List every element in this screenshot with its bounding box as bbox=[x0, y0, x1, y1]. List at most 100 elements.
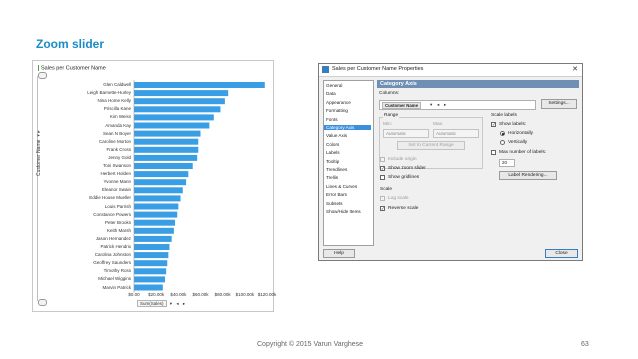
vertically-radio[interactable] bbox=[500, 140, 505, 145]
nav-item[interactable]: Category Axis bbox=[324, 125, 371, 130]
bar[interactable] bbox=[134, 252, 169, 259]
label-rendering-button[interactable]: Label Rendering... bbox=[499, 171, 557, 180]
category-label: Timothy Ross bbox=[103, 268, 131, 274]
nav-item[interactable]: Colors bbox=[326, 142, 339, 147]
slide-title: Zoom slider bbox=[36, 37, 105, 51]
set-to-current-range-button[interactable]: Set to Current Range bbox=[397, 141, 465, 150]
x-axis-dropdown-icon[interactable]: ▾ bbox=[170, 301, 172, 307]
reverse-scale-checkbox[interactable]: ✓ bbox=[380, 206, 385, 211]
nav-item[interactable]: Labels bbox=[326, 150, 340, 155]
nav-item[interactable]: Fonts bbox=[326, 117, 338, 122]
bar[interactable] bbox=[134, 90, 229, 97]
bar[interactable] bbox=[134, 203, 179, 210]
category-label: Caroline Morton bbox=[98, 138, 131, 144]
column-selector[interactable]: Customer Name ▾ ◂ ▸ bbox=[379, 100, 536, 110]
bar-chart-visualization: Sales per Customer Name Customer Name▾ ▸… bbox=[32, 60, 277, 312]
max-labels-stepper[interactable]: 20 bbox=[499, 159, 515, 167]
min-label: Min: bbox=[383, 122, 393, 127]
nav-item[interactable]: Trendlines bbox=[326, 167, 347, 172]
max-field[interactable]: Automatic bbox=[433, 129, 479, 138]
max-number-of-labels-checkbox[interactable] bbox=[491, 150, 496, 155]
show-labels-checkbox[interactable]: ✓ bbox=[491, 122, 496, 127]
horizontally-radio[interactable] bbox=[500, 131, 505, 136]
bar[interactable] bbox=[134, 138, 199, 145]
show-gridlines-checkbox[interactable] bbox=[380, 175, 385, 180]
bar[interactable] bbox=[134, 268, 167, 275]
bar[interactable] bbox=[134, 163, 193, 169]
bar[interactable] bbox=[134, 244, 170, 250]
bar[interactable] bbox=[134, 122, 210, 129]
column-token[interactable]: Customer Name bbox=[382, 102, 421, 109]
column-prev-icon[interactable]: ◂ bbox=[437, 102, 439, 108]
close-icon[interactable]: ✕ bbox=[572, 65, 578, 73]
bar[interactable] bbox=[134, 114, 214, 121]
category-label: Jenny Gold bbox=[108, 154, 131, 160]
bar[interactable] bbox=[134, 284, 163, 291]
nav-item[interactable]: Lines & Curves bbox=[326, 184, 357, 189]
bar[interactable] bbox=[134, 187, 183, 194]
category-label: Marvin Patrick bbox=[102, 284, 131, 290]
bar[interactable] bbox=[134, 235, 172, 242]
column-next-icon[interactable]: ▸ bbox=[444, 102, 446, 108]
bar[interactable] bbox=[134, 219, 176, 226]
nav-item[interactable]: General bbox=[326, 83, 342, 88]
nav-item[interactable]: Trellis bbox=[326, 175, 338, 180]
bar[interactable] bbox=[134, 276, 166, 283]
nav-item[interactable]: Error Bars bbox=[326, 192, 347, 197]
nav-item[interactable]: Appearance bbox=[326, 100, 351, 105]
bar[interactable] bbox=[134, 227, 174, 234]
range-label: Range bbox=[383, 113, 400, 118]
settings-button[interactable]: Settings... bbox=[541, 99, 577, 109]
bar[interactable] bbox=[134, 154, 198, 161]
columns-label: Columns: bbox=[379, 91, 400, 96]
category-label: Toni Swanson bbox=[102, 163, 131, 168]
nav-item[interactable]: Formatting bbox=[326, 108, 348, 113]
nav-item[interactable]: Value Axis bbox=[326, 133, 347, 138]
include-origin-label: Include origin bbox=[388, 157, 417, 162]
property-category-list[interactable]: General Data Appearance Formatting Fonts Cate… bbox=[323, 80, 374, 246]
x-tick-label: $20.00k bbox=[148, 292, 165, 297]
bar[interactable] bbox=[134, 211, 178, 218]
x-tick-label: $100.00k bbox=[235, 292, 255, 297]
show-zoom-slider-checkbox[interactable]: ✓ bbox=[380, 166, 385, 171]
panel-header: Category Axis bbox=[377, 80, 579, 88]
x-axis-next-icon[interactable]: ▸ bbox=[183, 301, 185, 307]
reverse-scale-label: Reverse scale bbox=[388, 206, 419, 211]
close-button[interactable]: Close bbox=[545, 249, 578, 258]
category-label: Geoffrey Saunders bbox=[93, 260, 131, 266]
log-scale-checkbox[interactable] bbox=[380, 196, 385, 201]
log-scale-label: Log scale bbox=[388, 196, 409, 201]
help-button[interactable]: Help bbox=[323, 249, 355, 258]
bar[interactable] bbox=[134, 171, 189, 178]
nav-item[interactable]: Show/Hide Items bbox=[326, 209, 361, 214]
bar[interactable] bbox=[134, 106, 221, 113]
min-field[interactable]: Automatic bbox=[383, 129, 429, 138]
bar[interactable] bbox=[134, 98, 225, 105]
x-tick-label: $80.00k bbox=[214, 292, 231, 297]
horizontally-label: Horizontally bbox=[508, 131, 534, 136]
nav-item[interactable]: Data bbox=[326, 91, 336, 96]
x-axis-column-pill[interactable]: Sum(Sales) bbox=[137, 300, 167, 307]
category-label: Nina Home Kelly bbox=[97, 98, 131, 104]
x-tick-label: $60.00k bbox=[192, 292, 209, 297]
dialog-titlebar: Sales per Customer Name Properties ✕ bbox=[319, 64, 582, 77]
category-label: Herbert Holden bbox=[100, 171, 131, 177]
max-label: Max: bbox=[433, 122, 444, 127]
page-number: 63 bbox=[581, 341, 589, 348]
nav-item[interactable]: Tooltip bbox=[326, 159, 339, 164]
category-label: Yvonne Mann bbox=[103, 179, 131, 185]
bar[interactable] bbox=[134, 179, 187, 186]
include-origin-checkbox[interactable] bbox=[380, 157, 385, 162]
x-tick-label: $0.00 bbox=[128, 292, 140, 297]
bar[interactable] bbox=[134, 82, 265, 88]
bar[interactable] bbox=[134, 195, 181, 202]
nav-item[interactable]: Subsets bbox=[326, 201, 343, 206]
column-dropdown-icon[interactable]: ▾ bbox=[430, 102, 432, 108]
bar[interactable] bbox=[134, 146, 199, 153]
x-axis-selector[interactable]: Sum(Sales) ▾ ◂ ▸ bbox=[137, 300, 188, 307]
x-axis-prev-icon[interactable]: ◂ bbox=[176, 301, 178, 307]
bar[interactable] bbox=[134, 260, 168, 267]
x-tick-label: $120.00k bbox=[257, 292, 277, 297]
app-icon bbox=[322, 66, 329, 73]
bar[interactable] bbox=[134, 130, 201, 137]
